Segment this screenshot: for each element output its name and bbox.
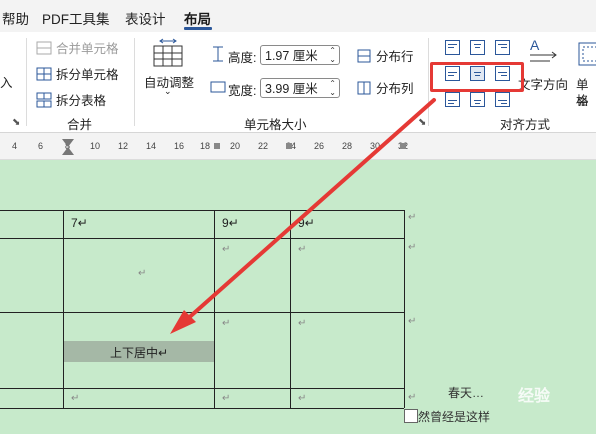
annotation-arrow-icon	[170, 98, 436, 334]
